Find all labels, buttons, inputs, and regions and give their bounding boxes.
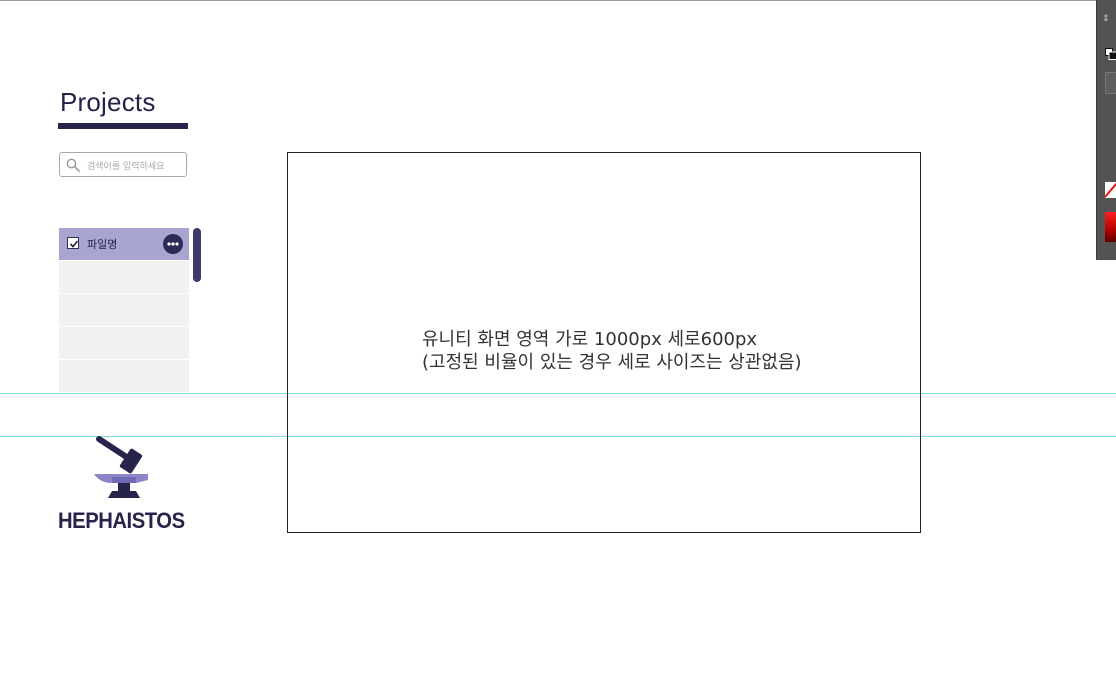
unity-area-caption-line1: 유니티 화면 영역 가로 1000px 세로600px — [422, 329, 758, 350]
file-list: 파일명 — [59, 228, 189, 393]
file-list-item[interactable] — [59, 327, 189, 360]
unity-area-caption: 유니티 화면 영역 가로 1000px 세로600px (고정된 비율이 있는 … — [422, 328, 802, 374]
search-icon — [66, 157, 80, 172]
file-list-scrollbar[interactable] — [193, 228, 201, 282]
unity-screen-area: 유니티 화면 영역 가로 1000px 세로600px (고정된 비율이 있는 … — [287, 152, 921, 533]
checkmark-icon — [69, 240, 79, 248]
file-checkbox[interactable] — [67, 237, 79, 249]
anvil-hammer-icon — [94, 436, 148, 498]
unity-area-caption-line2: (고정된 비율이 있는 경우 세로 사이즈는 상관없음) — [422, 352, 802, 373]
tools-panel: ⇕ — [1096, 0, 1116, 260]
title-underline — [58, 123, 188, 129]
page-title: Projects — [60, 87, 156, 117]
hephaistos-logo: HEPHAISTOS — [58, 436, 190, 536]
file-list-item[interactable] — [59, 294, 189, 327]
file-list-item[interactable] — [59, 261, 189, 294]
search-placeholder: 검색어를 입력하세요 — [87, 162, 165, 172]
swap-colors-icon[interactable] — [1105, 48, 1116, 60]
panel-collapse-icon[interactable]: ⇕ — [1102, 14, 1110, 24]
more-options-button[interactable] — [163, 234, 183, 254]
file-list-item[interactable] — [59, 360, 189, 393]
no-fill-icon[interactable] — [1105, 182, 1116, 198]
top-border — [0, 0, 1116, 1]
file-name: 파일명 — [87, 238, 118, 251]
ellipsis-icon — [167, 242, 179, 246]
file-list-item[interactable]: 파일명 — [59, 228, 189, 261]
panel-input-box[interactable] — [1105, 72, 1116, 94]
logo-text: HEPHAISTOS — [58, 508, 185, 533]
gradient-swatch[interactable] — [1105, 212, 1116, 242]
search-input[interactable]: 검색어를 입력하세요 — [59, 152, 187, 177]
